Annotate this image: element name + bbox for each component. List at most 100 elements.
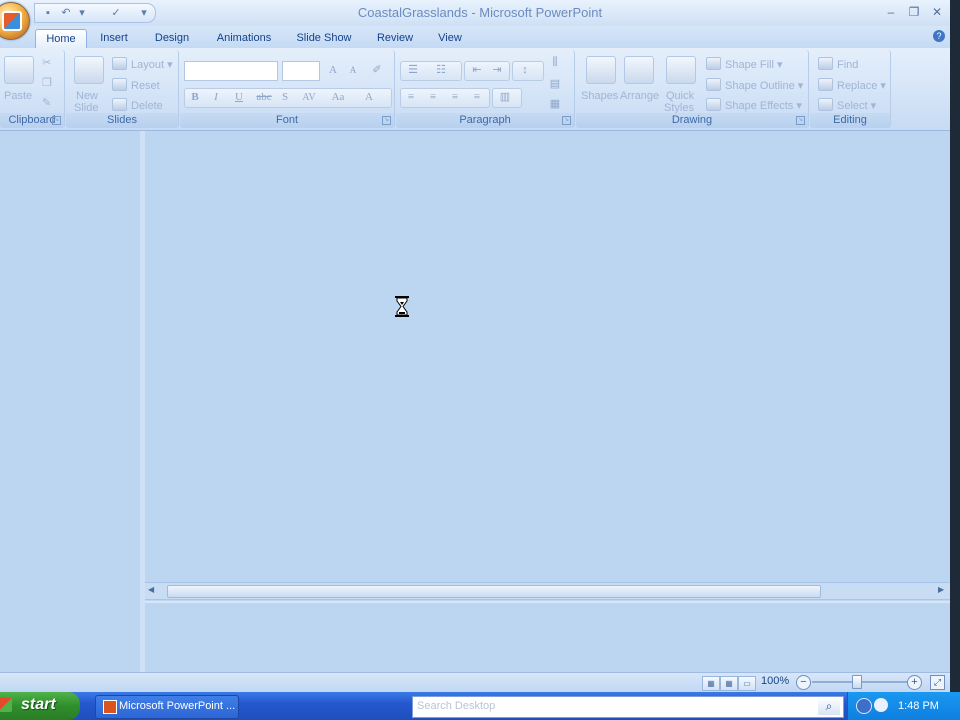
zoom-level[interactable]: 100% (761, 675, 789, 687)
desktop-search-input[interactable]: Search Desktop (412, 696, 844, 718)
scroll-left-icon[interactable]: ◀ (148, 585, 154, 594)
fit-to-window-icon[interactable]: ⤢ (930, 675, 945, 690)
screen-edge (950, 0, 960, 692)
horizontal-scrollbar[interactable]: ◀ ▶ (145, 582, 950, 600)
quick-styles-label-1[interactable]: Quick (666, 90, 694, 102)
find-button[interactable]: Find (818, 57, 858, 71)
zoom-out-button[interactable]: − (796, 675, 811, 690)
save-icon[interactable]: ▪ (41, 6, 55, 20)
arrange-button[interactable]: Arrange (620, 90, 659, 102)
bullets-icon[interactable]: ☰ (404, 62, 422, 79)
tab-view[interactable]: View (432, 29, 468, 48)
align-text-icon[interactable]: ▤ (546, 76, 564, 93)
font-size-select[interactable] (282, 61, 320, 81)
tray-notification-icon[interactable] (874, 698, 888, 712)
shape-effects-button[interactable]: Shape Effects ▾ (706, 98, 802, 112)
tab-slide-show[interactable]: Slide Show (292, 29, 356, 48)
drawing-group: Shapes Arrange Quick Styles Shape Fill ▾… (576, 50, 809, 128)
align-center-icon[interactable]: ≡ (424, 89, 442, 106)
close-button[interactable]: ✕ (928, 5, 946, 19)
line-spacing-icon: ↕ (522, 64, 528, 76)
undo-dropdown-icon[interactable]: ▾ (75, 6, 89, 20)
slide-sorter-icon[interactable]: ▦ (720, 676, 738, 691)
character-spacing-button[interactable]: AV (298, 89, 320, 106)
clipboard-launcher-icon[interactable]: ↘ (52, 116, 61, 125)
text-direction-icon[interactable]: ⫼ (546, 54, 564, 71)
copy-icon[interactable]: ❐ (42, 76, 52, 89)
align-right-icon[interactable]: ≡ (446, 89, 464, 106)
shape-fill-button[interactable]: Shape Fill ▾ (706, 57, 783, 71)
shapes-button[interactable]: Shapes (581, 90, 618, 102)
drawing-launcher-icon[interactable]: ↘ (796, 116, 805, 125)
powerpoint-icon (103, 700, 117, 714)
clear-formatting-icon[interactable]: ✐ (368, 62, 386, 79)
font-launcher-icon[interactable]: ↘ (382, 116, 391, 125)
reset-button[interactable]: Reset (112, 78, 160, 92)
new-slide-label-1[interactable]: New (76, 90, 98, 102)
paragraph-label: Paragraph (396, 113, 574, 128)
slide-editing-area[interactable] (145, 131, 950, 582)
minimize-button[interactable]: – (882, 5, 900, 19)
tab-design[interactable]: Design (148, 29, 196, 48)
notes-pane[interactable] (145, 601, 950, 674)
slides-label: Slides (66, 113, 178, 128)
clipboard-group: Paste ✂ ❐ ✎ Clipboard ↘ (0, 50, 65, 128)
increase-indent-icon[interactable]: ⇥ (488, 62, 506, 79)
font-label: Font (180, 113, 394, 128)
undo-icon[interactable]: ↶ (59, 6, 73, 20)
layout-button[interactable]: Layout ▾ (112, 57, 173, 71)
grow-font-button[interactable]: A (324, 62, 342, 79)
format-painter-icon[interactable]: ✎ (42, 96, 51, 109)
bold-button[interactable]: B (186, 89, 204, 106)
tab-insert[interactable]: Insert (94, 29, 134, 48)
restore-button[interactable]: ❐ (905, 5, 923, 19)
zoom-in-button[interactable]: + (907, 675, 922, 690)
search-placeholder: Search Desktop (417, 700, 496, 712)
tab-animations[interactable]: Animations (212, 29, 276, 48)
numbering-icon[interactable]: ☷ (432, 62, 450, 79)
paragraph-launcher-icon[interactable]: ↘ (562, 116, 571, 125)
smartart-icon[interactable]: ▦ (546, 96, 564, 113)
shape-outline-button[interactable]: Shape Outline ▾ (706, 78, 803, 92)
zoom-slider-thumb[interactable] (852, 675, 862, 689)
delete-button[interactable]: Delete (112, 98, 163, 112)
scrollbar-thumb[interactable] (167, 585, 821, 598)
paste-icon[interactable] (4, 56, 34, 84)
tray-arrow-icon[interactable] (856, 698, 872, 714)
shapes-icon[interactable] (586, 56, 616, 84)
window-title: CoastalGrasslands - Microsoft PowerPoint (357, 5, 603, 20)
change-case-button[interactable]: Aa (326, 89, 350, 106)
tab-home[interactable]: Home (35, 29, 87, 49)
replace-button[interactable]: Replace ▾ (818, 78, 886, 92)
hourglass-cursor-icon (395, 296, 409, 317)
shrink-font-button[interactable]: A (344, 62, 362, 79)
select-button[interactable]: Select ▾ (818, 98, 876, 112)
text-shadow-button[interactable]: S (276, 89, 294, 106)
search-icon[interactable]: ⌕ (818, 697, 840, 715)
tab-review[interactable]: Review (372, 29, 418, 48)
arrange-icon[interactable] (624, 56, 654, 84)
slides-pane[interactable] (0, 131, 142, 672)
paragraph-group: ☰ ☷ ⇤ ⇥ ↕ ⫼ ▤ ▦ ≡ ≡ ≡ ≡ ▥ Paragraph ↘ (396, 50, 575, 128)
slide-show-icon[interactable]: ▭ (738, 676, 756, 691)
new-slide-icon[interactable] (74, 56, 104, 84)
customize-qat-icon[interactable]: ▾ (137, 6, 151, 20)
quick-styles-icon[interactable] (666, 56, 696, 84)
scroll-right-icon[interactable]: ▶ (938, 585, 944, 594)
strikethrough-button[interactable]: abc (252, 89, 276, 106)
italic-button[interactable]: I (207, 89, 225, 106)
underline-button[interactable]: U (230, 89, 248, 106)
help-icon[interactable]: ? (933, 30, 945, 42)
office-logo-icon (2, 11, 22, 31)
decrease-indent-icon[interactable]: ⇤ (468, 62, 486, 79)
font-color-button[interactable]: A (360, 89, 378, 106)
start-label[interactable]: start (21, 696, 56, 714)
normal-view-icon[interactable]: ▦ (702, 676, 720, 691)
justify-icon[interactable]: ≡ (468, 89, 486, 106)
cut-icon[interactable]: ✂ (42, 56, 51, 69)
font-name-select[interactable] (184, 61, 278, 81)
ribbon: Paste ✂ ❐ ✎ Clipboard ↘ New Slide Layout… (0, 48, 950, 131)
spelling-icon[interactable]: ✓ (109, 6, 123, 20)
align-left-icon[interactable]: ≡ (402, 89, 420, 106)
paste-button[interactable]: Paste (4, 90, 32, 102)
